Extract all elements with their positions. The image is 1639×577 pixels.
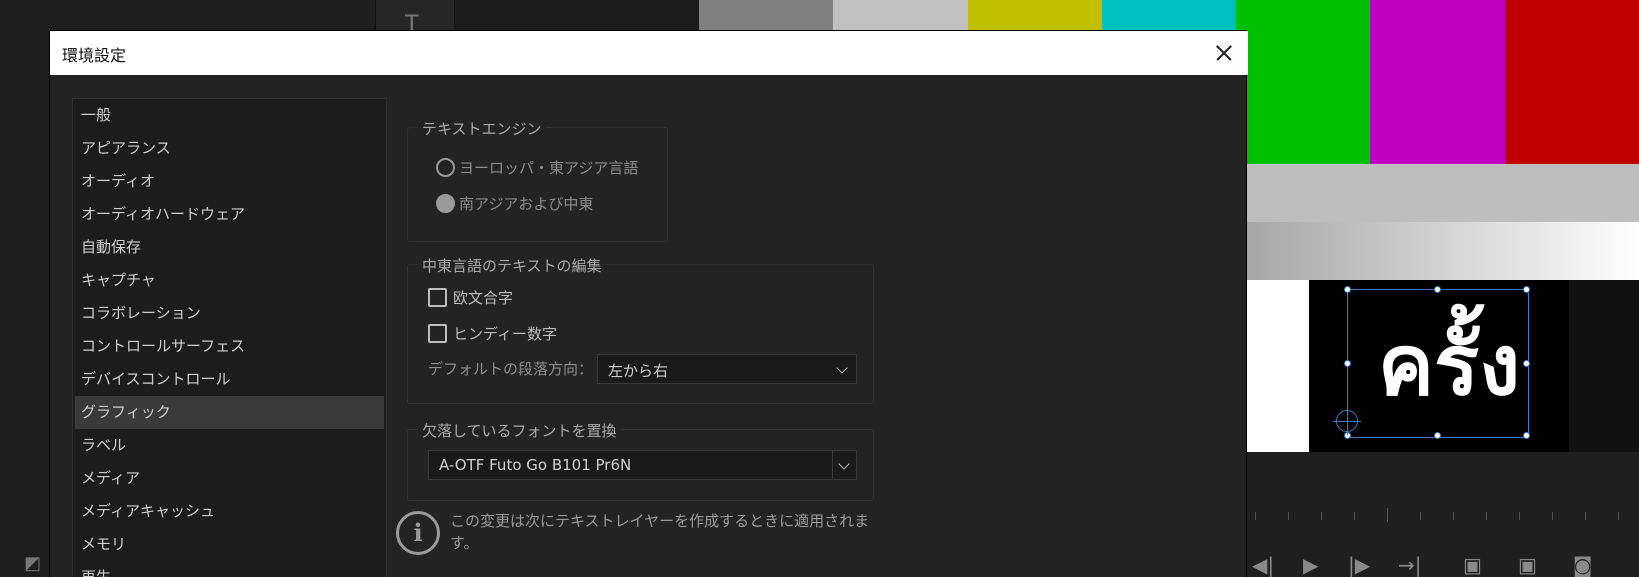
tick <box>1486 512 1487 520</box>
radio-selected-icon <box>436 193 455 213</box>
info-message: この変更は次にテキストレイヤーを作成するときに適用されま す。 <box>450 510 890 554</box>
category-item-media[interactable]: メディア <box>73 462 386 495</box>
color-bar <box>1504 0 1639 164</box>
handle[interactable] <box>1434 286 1441 293</box>
dialog-title: 環境設定 <box>62 46 127 65</box>
category-item-memory[interactable]: メモリ <box>73 528 386 561</box>
checkbox-icon <box>428 287 447 307</box>
handle[interactable] <box>1344 360 1351 367</box>
paragraph-direction-label: デフォルトの段落方向： <box>428 360 594 378</box>
checkbox-label: 欧文合字 <box>453 288 514 307</box>
handle[interactable] <box>1523 360 1530 367</box>
tick <box>1321 512 1322 520</box>
color-bar <box>1370 0 1505 164</box>
category-item-audio[interactable]: オーディオ <box>73 165 386 198</box>
preferences-dialog: 環境設定 一般 アピアランス オーディオ オーディオハードウェア 自動保存 キャ… <box>49 30 1248 577</box>
go-to-out-icon[interactable]: →| <box>1398 553 1422 577</box>
text-engine-group: テキストエンジン ヨーロッパ・東アジア言語 南アジアおよび中東 <box>407 118 668 242</box>
missing-font-group: 欠落しているフォントを置換 A-OTF Futo Go B101 Pr6N <box>407 420 874 501</box>
radio-south-asian-middle-east[interactable]: 南アジアおよび中東 <box>436 191 593 215</box>
handle[interactable] <box>1434 432 1441 439</box>
info-line: す。 <box>450 534 479 552</box>
font-dropdown[interactable]: A-OTF Futo Go B101 Pr6N <box>428 450 857 480</box>
tick <box>1420 512 1421 520</box>
app-window: T ครั้ง ◀| ▶ |▶ →| ▣ ▣ ◙ ◩ 環境設定 一般 アピアラン… <box>0 0 1639 577</box>
tick <box>1255 512 1256 520</box>
missing-font-title: 欠落しているフォントを置換 <box>418 420 621 441</box>
dark-block <box>1569 280 1639 452</box>
category-item-appearance[interactable]: アピアランス <box>73 132 386 165</box>
play-icon[interactable]: ▶ <box>1303 553 1318 577</box>
corner-tool-icon[interactable]: ◩ <box>24 553 46 575</box>
category-item-capture[interactable]: キャプチャ <box>73 264 386 297</box>
paragraph-direction-dropdown[interactable]: 左から右 <box>597 354 857 384</box>
tick <box>1288 512 1289 520</box>
dropdown-value: 左から右 <box>608 362 669 380</box>
info-line: この変更は次にテキストレイヤーを作成するときに適用されま <box>450 512 870 530</box>
tick <box>1552 512 1553 520</box>
checkbox-icon <box>428 323 447 343</box>
info-icon: i <box>396 511 440 555</box>
step-back-icon[interactable]: ◀| <box>1252 553 1274 577</box>
radio-label: ヨーロッパ・東アジア言語 <box>459 158 639 177</box>
chevron-down-icon <box>836 362 848 374</box>
chevron-down-icon <box>838 458 850 470</box>
tick <box>1519 512 1520 520</box>
tick <box>1387 508 1388 522</box>
close-button[interactable] <box>1206 35 1242 71</box>
text-selection-box[interactable] <box>1344 286 1530 439</box>
handle[interactable] <box>1523 432 1530 439</box>
extract-icon[interactable]: ▣ <box>1518 553 1537 577</box>
category-item-auto-save[interactable]: 自動保存 <box>73 231 386 264</box>
category-item-playback[interactable]: 再生 <box>73 561 386 577</box>
lift-icon[interactable]: ▣ <box>1463 553 1482 577</box>
tick <box>1585 512 1586 520</box>
category-item-control-surface[interactable]: コントロールサーフェス <box>73 330 386 363</box>
color-bar <box>1236 0 1371 164</box>
category-item-media-cache[interactable]: メディアキャッシュ <box>73 495 386 528</box>
radio-unselected-icon <box>436 157 455 177</box>
category-item-device-control[interactable]: デバイスコントロール <box>73 363 386 396</box>
category-list[interactable]: 一般 アピアランス オーディオ オーディオハードウェア 自動保存 キャプチャ コ… <box>72 98 387 577</box>
middle-east-title: 中東言語のテキストの編集 <box>418 255 606 276</box>
checkbox-ligatures[interactable]: 欧文合字 <box>428 285 513 309</box>
tick <box>1354 512 1355 520</box>
category-item-graphics[interactable]: グラフィック <box>75 396 384 429</box>
tick <box>1618 512 1619 520</box>
dropdown-divider <box>832 451 833 479</box>
tick <box>1453 512 1454 520</box>
category-item-audio-hardware[interactable]: オーディオハードウェア <box>73 198 386 231</box>
ruler-ticks <box>1255 508 1639 522</box>
handle[interactable] <box>1344 286 1351 293</box>
dropdown-value: A-OTF Futo Go B101 Pr6N <box>439 456 632 474</box>
step-forward-icon[interactable]: |▶ <box>1348 553 1370 577</box>
checkbox-label: ヒンディー数字 <box>453 324 557 343</box>
camera-icon[interactable]: ◙ <box>1573 553 1592 577</box>
category-item-labels[interactable]: ラベル <box>73 429 386 462</box>
radio-european-east-asian[interactable]: ヨーロッパ・東アジア言語 <box>436 155 638 179</box>
anchor-point-icon[interactable] <box>1333 407 1361 435</box>
category-item-general[interactable]: 一般 <box>73 99 386 132</box>
text-engine-title: テキストエンジン <box>418 118 546 139</box>
middle-east-group: 中東言語のテキストの編集 欧文合字 ヒンディー数字 デフォルトの段落方向： 左か… <box>407 255 874 404</box>
dialog-titlebar: 環境設定 <box>50 31 1248 75</box>
checkbox-hindi-digits[interactable]: ヒンディー数字 <box>428 321 557 345</box>
radio-label: 南アジアおよび中東 <box>459 194 594 213</box>
category-item-collaboration[interactable]: コラボレーション <box>73 297 386 330</box>
handle[interactable] <box>1523 286 1530 293</box>
